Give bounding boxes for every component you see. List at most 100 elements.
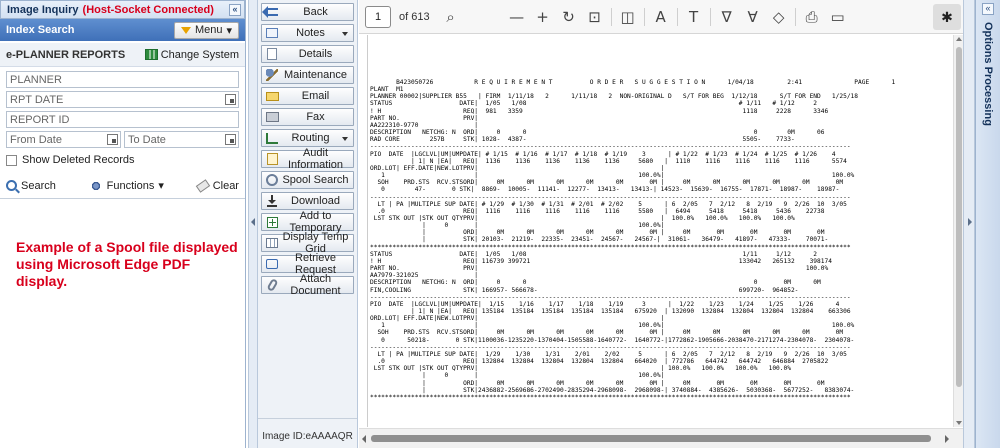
scroll-left-icon[interactable] (362, 435, 366, 443)
routing-button[interactable]: Routing (261, 129, 354, 147)
erase-icon[interactable]: ◇ (766, 4, 792, 30)
horizontal-scroll-thumb[interactable] (371, 435, 931, 442)
search-label: Search (21, 179, 56, 192)
rpt-date-placeholder: RPT DATE (10, 93, 64, 106)
search-button[interactable]: Search (6, 180, 56, 192)
fit-page-icon[interactable]: ⊡ (582, 4, 608, 30)
panel-title: Image Inquiry (7, 3, 79, 16)
fax-icon (265, 112, 279, 122)
search-actions: Search Functions ▾ Clear (0, 173, 245, 199)
spreadsheet-icon (144, 49, 158, 60)
pdf-page: B423050726 R E Q U I R E M E N T O R D E… (367, 35, 953, 427)
find-icon[interactable]: ⌕ (438, 4, 464, 30)
notes-button[interactable]: Notes (261, 24, 354, 42)
pdf-viewer: 1 of 613 ⌕ — + ↻ ⊡ ◫ A T ∇ ∀ ◇ ⎙ ▭ ✱ B42… (359, 0, 963, 448)
save-icon[interactable]: ▭ (825, 4, 851, 30)
pin-toolbar-icon[interactable]: ✱ (933, 4, 961, 30)
audit-icon (266, 153, 278, 165)
calendar-icon[interactable] (107, 134, 118, 145)
rotate-icon[interactable]: ↻ (556, 4, 582, 30)
back-button[interactable]: Back (261, 3, 354, 21)
dropdown-caret-icon (342, 32, 348, 36)
menu-label: Menu (194, 24, 223, 36)
spool-note-line-1: Example of a Spool file displayed (16, 239, 238, 255)
vertical-scrollbar[interactable] (953, 35, 963, 427)
paperclip-icon (265, 278, 279, 292)
email-button[interactable]: Email (261, 87, 354, 105)
spool-note-line-2: using Microsoft Edge PDF display. (16, 256, 191, 289)
plus-box-icon (266, 216, 278, 228)
show-deleted-checkbox[interactable] (6, 154, 17, 166)
caret-down-icon: ▾ (226, 24, 232, 37)
index-search-label: Index Search (6, 24, 75, 36)
grid-icon (266, 238, 278, 248)
retrieve-request-button[interactable]: Retrieve Request (261, 252, 354, 276)
clear-label: Clear (212, 179, 239, 192)
page-total: of 613 (399, 10, 430, 23)
functions-button[interactable]: Functions ▾ (88, 179, 164, 192)
audit-information-button[interactable]: Audit Information (261, 147, 354, 171)
horizontal-scrollbar[interactable] (359, 428, 963, 448)
details-icon (267, 48, 277, 60)
expand-panel-button[interactable]: « (982, 3, 994, 15)
to-date-input[interactable]: To Date (124, 131, 239, 148)
right-splitter[interactable] (963, 0, 975, 448)
change-system-label: Change System (160, 48, 239, 61)
notes-icon (266, 28, 278, 38)
from-date-input[interactable]: From Date (6, 131, 121, 148)
options-processing-label: Options Processing (982, 22, 994, 126)
pdf-toolbar: 1 of 613 ⌕ — + ↻ ⊡ ◫ A T ∇ ∀ ◇ ⎙ ▭ ✱ (359, 0, 963, 34)
panel-title-bar: Image Inquiry (Host-Socket Connected) « (0, 0, 245, 19)
collapse-right-arrow-icon[interactable] (968, 218, 972, 226)
from-date-placeholder: From Date (10, 133, 62, 146)
menu-button[interactable]: Menu ▾ (173, 21, 239, 39)
highlight-icon[interactable]: ∀ (740, 4, 766, 30)
eraser-icon (195, 178, 210, 193)
fax-button[interactable]: Fax (261, 108, 354, 126)
to-date-placeholder: To Date (128, 133, 166, 146)
vertical-scroll-thumb[interactable] (956, 47, 962, 387)
rpt-date-input[interactable]: RPT DATE (6, 91, 239, 108)
print-icon[interactable]: ⎙ (799, 4, 825, 30)
functions-label: Functions (106, 179, 155, 192)
wrench-icon (266, 69, 278, 81)
collapse-left-arrow-icon[interactable] (251, 218, 255, 226)
action-toolbar: Back Notes Details Maintenance Email Fax… (258, 0, 358, 448)
spool-report-text: B423050726 R E Q U I R E M E N T O R D E… (370, 79, 896, 401)
spool-search-button[interactable]: Spool Search (261, 171, 354, 189)
display-temp-grid-button[interactable]: Display Temp Grid (261, 231, 354, 255)
add-text-icon[interactable]: T (681, 4, 707, 30)
collapse-panel-button[interactable]: « (229, 4, 241, 16)
attach-document-button[interactable]: Attach Document (261, 273, 354, 297)
spool-icon (266, 174, 278, 186)
toolbar-footer: Image ID:eAAAAQR (258, 418, 357, 448)
read-aloud-icon[interactable]: A (648, 4, 674, 30)
add-to-temporary-button[interactable]: Add to Temporary (261, 210, 354, 234)
image-id: Image ID:eAAAAQR (262, 431, 353, 442)
calendar-icon[interactable] (225, 134, 236, 145)
page-number-input[interactable]: 1 (365, 5, 391, 28)
clear-button[interactable]: Clear (195, 178, 239, 193)
pdf-document-area[interactable]: B423050726 R E Q U I R E M E N T O R D E… (359, 35, 953, 427)
scroll-right-icon[interactable] (945, 435, 949, 443)
scroll-up-icon[interactable] (956, 37, 962, 41)
zoom-out-icon[interactable]: — (504, 4, 530, 30)
left-splitter[interactable] (248, 0, 258, 448)
download-button[interactable]: Download (261, 192, 354, 210)
image-inquiry-panel: Image Inquiry (Host-Socket Connected) « … (0, 0, 246, 448)
details-button[interactable]: Details (261, 45, 354, 63)
planner-input[interactable]: PLANNER (6, 71, 239, 88)
zoom-in-icon[interactable]: + (530, 4, 556, 30)
change-system-button[interactable]: Change System (144, 48, 239, 61)
page-view-icon[interactable]: ◫ (615, 4, 641, 30)
report-id-input[interactable]: REPORT ID (6, 111, 239, 128)
show-deleted-row[interactable]: Show Deleted Records (6, 151, 239, 169)
draw-icon[interactable]: ∇ (714, 4, 740, 30)
options-processing-panel[interactable]: « Options Processing (975, 0, 1000, 448)
maintenance-button[interactable]: Maintenance (261, 66, 354, 84)
back-arrow-icon (262, 6, 278, 18)
calendar-icon[interactable] (225, 94, 236, 105)
scroll-down-icon[interactable] (956, 421, 962, 425)
connection-status: (Host-Socket Connected) (82, 3, 214, 16)
gears-icon (88, 179, 103, 192)
